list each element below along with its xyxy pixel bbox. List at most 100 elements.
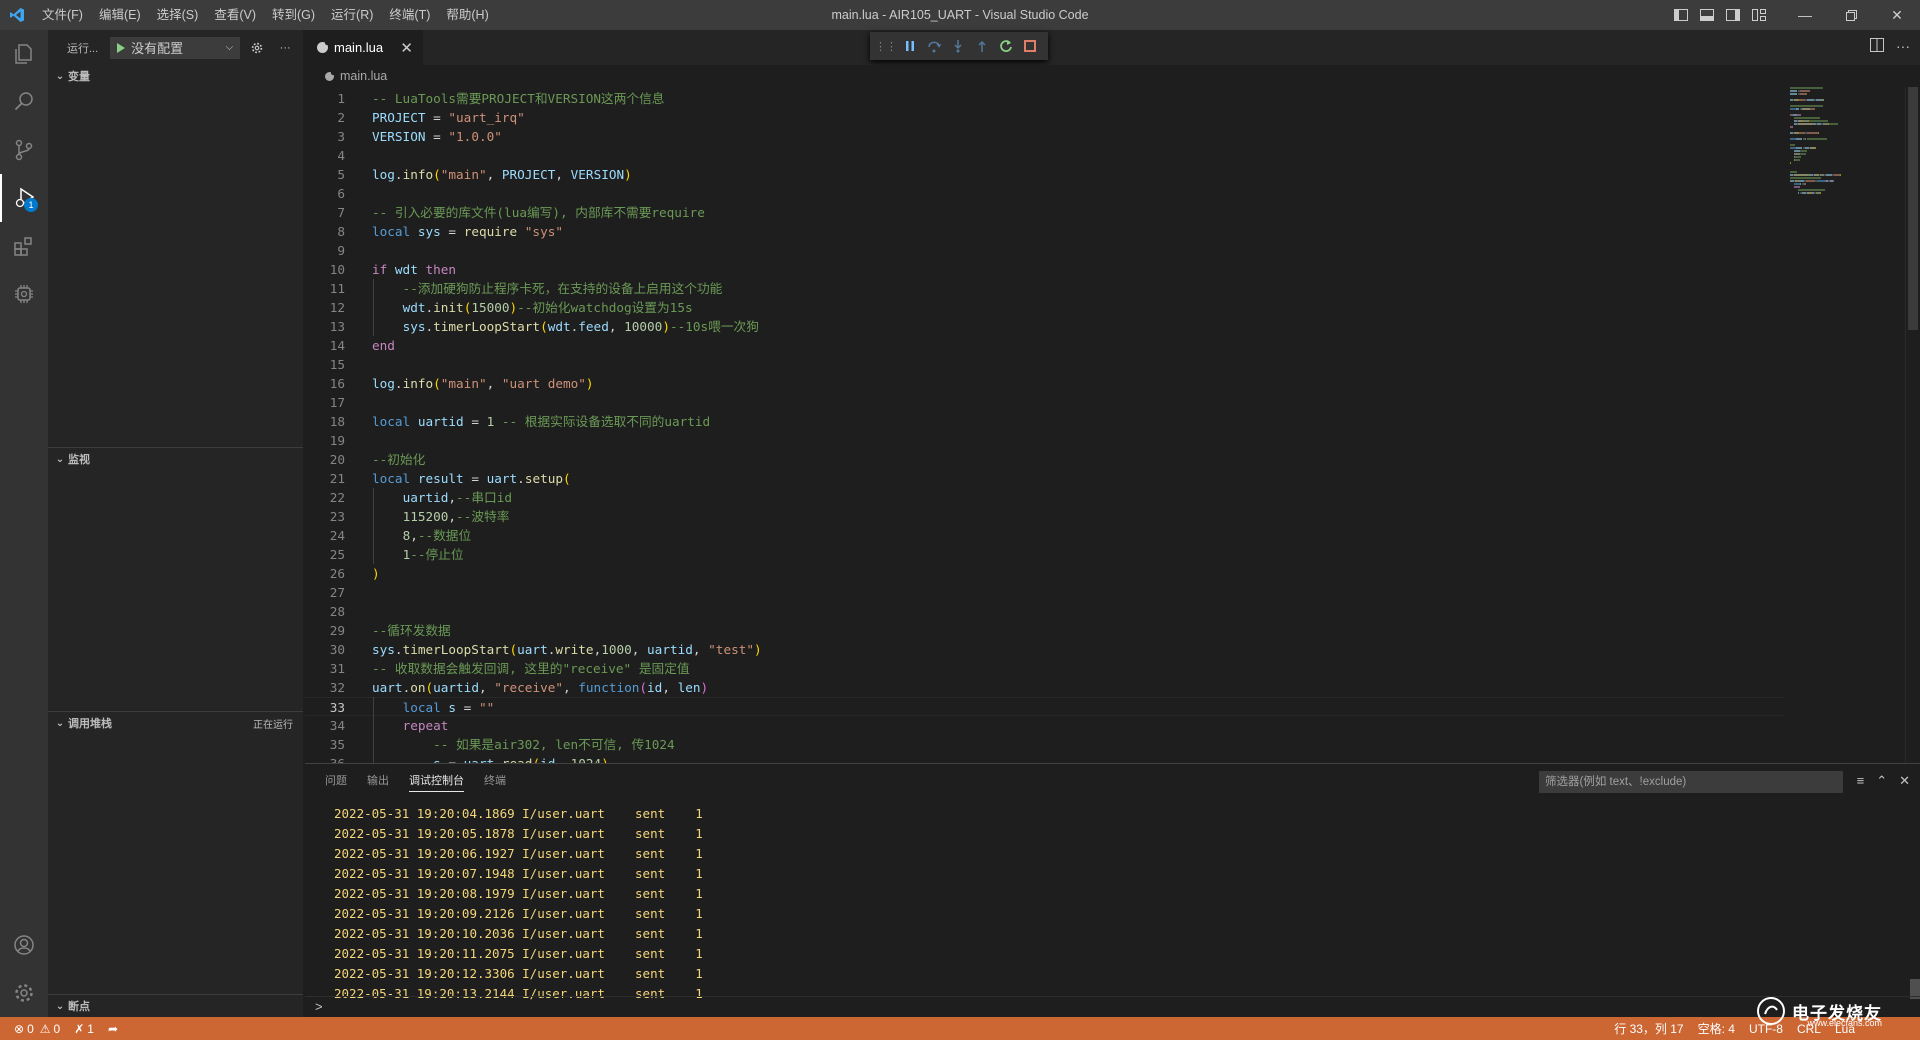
console-log-line: 2022-05-31 19:20:07.1948 I/user.uart sen… [334,866,703,881]
start-debug-icon[interactable] [117,42,126,53]
code-line[interactable]: 5 log.info("main", PROJECT, VERSION) [305,165,1785,184]
breadcrumb-file[interactable]: main.lua [340,69,387,83]
explorer-icon[interactable] [0,30,48,78]
code-line[interactable]: 26) [305,564,1785,583]
code-line[interactable]: 4 [305,146,1785,165]
code-line[interactable]: 6 [305,184,1785,203]
code-line[interactable]: 33 local s = "" [305,697,1785,716]
code-line[interactable]: 24 8,--数据位 [305,526,1785,545]
code-line[interactable]: 14 end [305,336,1785,355]
close-tab-icon[interactable]: ✕ [400,39,413,57]
device-chip-icon[interactable] [0,270,48,318]
panel-tab[interactable]: 调试控制台 [399,764,474,799]
restore-icon[interactable] [1828,0,1874,30]
toggle-secondary-sidebar-icon[interactable] [1720,0,1746,30]
pause-icon[interactable] [898,34,922,58]
code-line[interactable]: 22 uartid,--串口id [305,488,1785,507]
stop-icon[interactable] [1018,34,1042,58]
close-panel-icon[interactable]: ✕ [1899,773,1910,789]
code-line[interactable]: 12 wdt.init(15000)--初始化watchdog设置为15s [305,298,1785,317]
open-launch-json-gear-icon[interactable] [246,37,268,59]
step-out-icon[interactable] [970,34,994,58]
variables-header[interactable]: ⌄ 变量 [48,65,303,87]
code-editor[interactable]: 1 -- LuaTools需要PROJECT和VERSION这两个信息 2 PROJE… [305,87,1920,763]
code-line[interactable]: 32 uart.on(uartid, "receive", function(id… [305,678,1785,697]
account-icon[interactable] [0,921,48,969]
menu-item[interactable]: 运行(R) [323,0,381,30]
run-debug-icon[interactable]: 1 [0,174,48,222]
console-filter-input[interactable]: 筛选器(例如 text、!exclude) [1539,771,1843,793]
code-line[interactable]: 9 [305,241,1785,260]
split-editor-icon[interactable] [1870,38,1884,55]
code-line[interactable]: 31 -- 收取数据会触发回调, 这里的"receive" 是固定值 [305,659,1785,678]
code-line[interactable]: 34 repeat [305,716,1785,735]
gear-icon[interactable] [0,969,48,1017]
code-line[interactable]: 28 [305,602,1785,621]
problems-status[interactable]: ⊗ 0 ⚠ 0 [0,1017,67,1040]
more-actions-icon[interactable]: ··· [1896,38,1910,55]
maximize-panel-icon[interactable]: ⌃ [1876,773,1887,789]
tab-main-lua[interactable]: main.lua ✕ [305,30,423,65]
indentation[interactable]: 空格: 4 [1691,1017,1742,1040]
editor-scrollbar[interactable] [1905,87,1919,763]
code-line[interactable]: 23 115200,--波特率 [305,507,1785,526]
code-line[interactable]: 16 log.info("main", "uart demo") [305,374,1785,393]
panel-tab[interactable]: 问题 [315,764,357,799]
code-line[interactable]: 30 sys.timerLoopStart(uart.write,1000, ua… [305,640,1785,659]
panel-tab[interactable]: 输出 [357,764,399,799]
search-icon[interactable] [0,78,48,126]
clear-console-icon[interactable]: ≡ [1857,773,1865,789]
drag-handle-icon[interactable]: ⋮⋮ [874,34,898,58]
callstack-header[interactable]: ⌄ 调用堆栈 正在运行 [48,712,303,734]
code-line[interactable]: 10 if wdt then [305,260,1785,279]
scrollbar-thumb[interactable] [1908,87,1918,330]
step-into-icon[interactable] [946,34,970,58]
code-line[interactable]: 13 sys.timerLoopStart(wdt.feed, 10000)--… [305,317,1785,336]
menu-item[interactable]: 查看(V) [206,0,264,30]
more-actions-icon[interactable]: ··· [274,37,296,59]
code-line[interactable]: 19 [305,431,1785,450]
close-window-icon[interactable]: ✕ [1874,0,1920,30]
code-line[interactable]: 18 local uartid = 1 -- 根据实际设备选取不同的uartid [305,412,1785,431]
source-control-icon[interactable] [0,126,48,174]
watch-header[interactable]: ⌄ 监视 [48,448,303,470]
notifications-icon[interactable] [1890,1017,1920,1040]
code-line[interactable]: 8 local sys = require "sys" [305,222,1785,241]
code-line[interactable]: 7 -- 引入必要的库文件(lua编写), 内部库不需要require [305,203,1785,222]
toggle-panel-icon[interactable] [1694,0,1720,30]
code-line[interactable]: 15 [305,355,1785,374]
code-line[interactable]: 1 -- LuaTools需要PROJECT和VERSION这两个信息 [305,89,1785,108]
extensions-icon[interactable] [0,222,48,270]
debug-sessions-status[interactable]: ✗ 1 [67,1017,101,1040]
menu-item[interactable]: 帮助(H) [438,0,496,30]
menu-item[interactable]: 终端(T) [381,0,438,30]
menu-item[interactable]: 选择(S) [149,0,207,30]
code-line[interactable]: 11 --添加硬狗防止程序卡死，在支持的设备上启用这个功能 [305,279,1785,298]
code-line[interactable]: 17 [305,393,1785,412]
menu-item[interactable]: 转到(G) [264,0,323,30]
console-scrollbar[interactable] [1910,804,1920,999]
code-line[interactable]: 36 s = uart.read(id, 1024) [305,754,1785,763]
code-line[interactable]: 2 PROJECT = "uart_irq" [305,108,1785,127]
step-over-icon[interactable] [922,34,946,58]
customize-layout-icon[interactable] [1746,0,1772,30]
menu-item[interactable]: 编辑(E) [91,0,149,30]
console-input[interactable]: > [305,996,1920,1018]
code-line[interactable]: 35 -- 如果是air302, len不可信, 传1024 [305,735,1785,754]
cursor-position[interactable]: 行 33，列 17 [1607,1017,1690,1040]
code-line[interactable]: 3 VERSION = "1.0.0" [305,127,1785,146]
code-line[interactable]: 20 --初始化 [305,450,1785,469]
launch-config-select[interactable]: 没有配置 ⌵ [110,36,241,59]
toggle-sidebar-icon[interactable] [1668,0,1694,30]
code-line[interactable]: 27 [305,583,1785,602]
code-line[interactable]: 21 local result = uart.setup( [305,469,1785,488]
restart-icon[interactable] [994,34,1018,58]
minimap[interactable] [1790,87,1905,763]
code-line[interactable]: 25 1--停止位 [305,545,1785,564]
minimize-icon[interactable]: — [1782,0,1828,30]
menu-item[interactable]: 文件(F) [34,0,91,30]
code-line[interactable]: 29 --循环发数据 [305,621,1785,640]
live-share-icon[interactable]: ➦ [101,1017,125,1040]
panel-tab[interactable]: 终端 [474,764,516,799]
breakpoints-header[interactable]: ⌄ 断点 [48,995,303,1017]
